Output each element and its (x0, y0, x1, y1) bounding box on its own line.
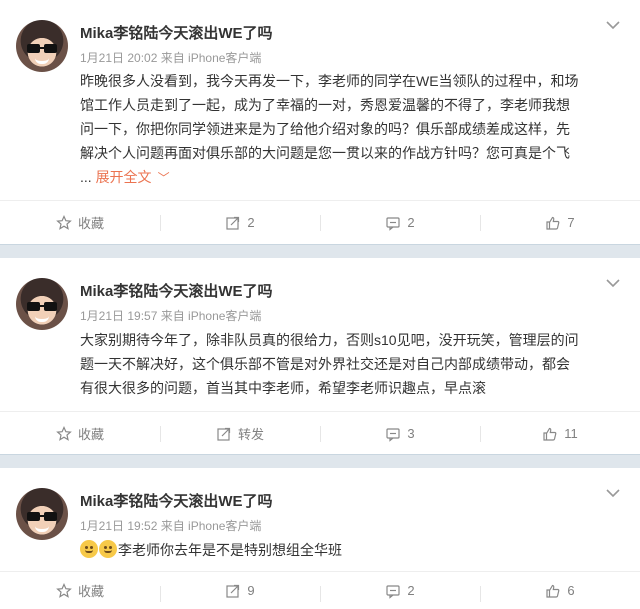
like-count: 7 (567, 215, 575, 230)
favorite-button[interactable]: 收藏 (0, 572, 160, 609)
action-bar: 收藏 2 2 7 (0, 200, 640, 244)
user-name[interactable]: Mika李铭陆今天滚出WE了吗 (80, 22, 273, 43)
expand-row: ... 展开全文 ﹀ (80, 165, 630, 190)
like-button[interactable]: 11 (480, 412, 640, 455)
comment-icon (386, 216, 400, 231)
comment-button[interactable]: 3 (320, 412, 480, 455)
comment-count: 2 (407, 583, 415, 598)
smile-emoji-icon (99, 540, 117, 558)
avatar[interactable] (16, 20, 68, 72)
favorite-label: 收藏 (77, 427, 104, 442)
feed-separator (0, 454, 640, 468)
chevron-down-icon[interactable] (606, 20, 622, 32)
feed-separator (0, 244, 640, 258)
comment-icon (386, 584, 400, 599)
star-icon (56, 214, 72, 230)
repost-count: 2 (247, 215, 255, 230)
repost-button[interactable]: 9 (160, 572, 320, 609)
post-meta: 1月21日 19:57 来自 iPhone客户端 (80, 309, 262, 323)
expand-full-text-link[interactable]: 展开全文 (96, 169, 152, 185)
favorite-button[interactable]: 收藏 (0, 201, 160, 244)
repost-icon (226, 216, 240, 230)
chevron-down-icon[interactable] (606, 488, 622, 500)
text-line: 馆工作人员走到了一起，成为了幸福的一对，秀恩爱温馨的不得了，李老师我想 (80, 97, 570, 113)
expand-chevron-icon[interactable]: ﹀ (158, 171, 170, 185)
text-line: 李老师你去年是不是特别想组全华班 (118, 542, 342, 558)
post-2: Mika李铭陆今天滚出WE了吗 1月21日 19:57 来自 iPhone客户端… (0, 258, 640, 454)
favorite-button[interactable]: 收藏 (0, 412, 160, 455)
text-line: 大家别期待今年了，除非队员真的很给力，否则s10见吧，没开玩笑，管理层的问 (80, 332, 579, 348)
action-bar: 收藏 9 2 6 (0, 571, 640, 609)
post-meta: 1月21日 19:52 来自 iPhone客户端 (80, 519, 262, 533)
repost-icon (226, 584, 240, 598)
thumbs-up-icon (543, 427, 557, 441)
thumbs-up-icon (546, 584, 560, 598)
thumbs-up-icon (546, 216, 560, 230)
repost-count: 9 (247, 583, 255, 598)
comment-button[interactable]: 2 (320, 201, 480, 244)
post-text: 大家别期待今年了，除非队员真的很给力，否则s10见吧，没开玩笑，管理层的问 题一… (80, 328, 630, 400)
action-bar: 收藏 转发 3 11 (0, 411, 640, 455)
post-3: Mika李铭陆今天滚出WE了吗 1月21日 19:52 来自 iPhone客户端… (0, 468, 640, 609)
smile-emoji-icon (80, 540, 98, 558)
chevron-down-icon[interactable] (606, 278, 622, 290)
text-line: 问一下，你把你同学领进来是为了给他介绍对象的吗？俱乐部成绩差成这样，先 (80, 121, 570, 137)
repost-label: 转发 (237, 427, 264, 442)
text-line: 有很大很多的问题，首当其中李老师，希望李老师识趣点，早点滚 (80, 380, 486, 396)
text-line: 解决个人问题再面对俱乐部的大问题是您一贯以来的作战方针吗？您可真是个飞 (80, 145, 570, 161)
repost-icon (217, 427, 231, 441)
comment-button[interactable]: 2 (320, 572, 480, 609)
post-meta: 1月21日 20:02 来自 iPhone客户端 (80, 51, 262, 65)
avatar[interactable] (16, 488, 68, 540)
favorite-label: 收藏 (77, 584, 104, 599)
like-button[interactable]: 6 (480, 572, 640, 609)
star-icon (56, 582, 72, 598)
repost-button[interactable]: 转发 (160, 412, 320, 455)
text-line: 昨晚很多人没看到，我今天再发一下，李老师的同学在WE当领队的过程中，和场 (80, 73, 579, 89)
avatar[interactable] (16, 278, 68, 330)
text-line: 题一天不解决好，这个俱乐部不管是对外界社交还是对自己内部成绩带动，都会 (80, 356, 570, 372)
like-count: 6 (567, 583, 575, 598)
comment-count: 2 (407, 215, 415, 230)
post-text: 昨晚很多人没看到，我今天再发一下，李老师的同学在WE当领队的过程中，和场 馆工作… (80, 69, 630, 190)
user-name[interactable]: Mika李铭陆今天滚出WE了吗 (80, 490, 273, 511)
favorite-label: 收藏 (77, 216, 104, 231)
comment-count: 3 (407, 426, 415, 441)
user-name[interactable]: Mika李铭陆今天滚出WE了吗 (80, 280, 273, 301)
ellipsis: ... (80, 169, 92, 185)
repost-button[interactable]: 2 (160, 201, 320, 244)
star-icon (56, 425, 72, 441)
comment-icon (386, 427, 400, 442)
like-count: 11 (564, 426, 578, 441)
post-text: 李老师你去年是不是特别想组全华班 (80, 538, 630, 562)
post-1: Mika李铭陆今天滚出WE了吗 1月21日 20:02 来自 iPhone客户端… (0, 0, 640, 244)
like-button[interactable]: 7 (480, 201, 640, 244)
